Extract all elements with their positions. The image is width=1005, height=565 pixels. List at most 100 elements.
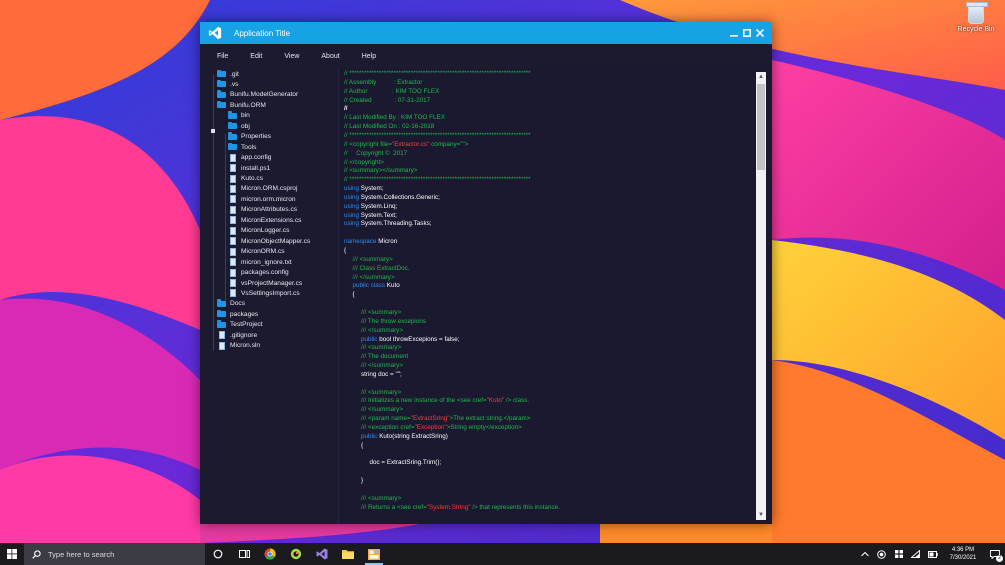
code-token: public: [361, 432, 378, 440]
battery-button[interactable]: [924, 543, 941, 565]
tree-folder-item[interactable]: Bunifu.ORM: [217, 100, 266, 110]
cortana-button[interactable]: [205, 543, 231, 565]
tree-file-item[interactable]: .gitignore: [217, 330, 257, 340]
code-token: // Assembly : Extractor: [344, 78, 423, 86]
taskbar-search[interactable]: Type here to search: [24, 543, 205, 565]
file-icon: [230, 237, 236, 246]
tree-folder-item[interactable]: Bunifu.ModelGenerator: [217, 90, 298, 100]
minimize-button[interactable]: [727, 22, 740, 44]
taskbar-visual-studio[interactable]: [309, 543, 335, 565]
notification-badge: 2: [996, 555, 1003, 562]
recycle-bin[interactable]: Recycle Bin: [952, 2, 1000, 33]
code-line: public Kuto(string ExtractSring): [361, 432, 448, 441]
code-line: {: [361, 441, 363, 450]
tree-file-item[interactable]: vsProjectManager.cs: [228, 278, 302, 288]
scroll-down-icon[interactable]: ▼: [756, 510, 766, 520]
vertical-scrollbar[interactable]: ▲ ▼: [756, 72, 766, 520]
tree-file-item[interactable]: VsSettingsImport.cs: [228, 288, 300, 298]
code-token: Kuto: [385, 282, 400, 290]
code-line: /// <summary>: [361, 494, 401, 503]
menu-help[interactable]: Help: [362, 53, 376, 60]
scroll-thumb[interactable]: [757, 84, 765, 170]
clock-date: 7/30/2021: [949, 555, 977, 561]
taskbar-chrome[interactable]: [257, 543, 283, 565]
code-editor[interactable]: ▲ ▼ // *********************************…: [338, 68, 772, 524]
notification-button[interactable]: 2: [985, 543, 1005, 565]
code-line: // *************************************…: [344, 175, 531, 184]
tree-file-item[interactable]: Micron.ORM.csproj: [228, 184, 297, 194]
tree-file-item[interactable]: micron.orm.micron: [228, 194, 296, 204]
title-bar[interactable]: Application Title: [200, 22, 772, 44]
tree-item-label: micron.orm.micron: [241, 195, 296, 203]
tree-file-item[interactable]: MicronLogger.cs: [228, 226, 289, 236]
code-token: {: [344, 247, 347, 254]
tree-folder-item[interactable]: .git: [217, 69, 239, 79]
menu-view[interactable]: View: [284, 53, 299, 60]
scroll-up-icon[interactable]: ▲: [756, 72, 766, 82]
code-token: /// <summary>: [361, 494, 402, 502]
code-token: using: [344, 193, 360, 201]
taskbar-file-explorer[interactable]: [335, 543, 361, 565]
tree-folder-item[interactable]: .vs: [217, 79, 238, 89]
code-line: using System.Threading.Tasks;: [344, 219, 432, 228]
file-icon: [230, 195, 236, 204]
start-button[interactable]: [0, 543, 24, 565]
tree-folder-item[interactable]: Properties: [228, 132, 271, 142]
tree-file-item[interactable]: MicronAttributes.cs: [228, 205, 297, 215]
file-icon: [230, 153, 236, 162]
code-token: Micron: [376, 238, 398, 246]
tree-folder-item[interactable]: Tools: [228, 142, 256, 152]
tree-folder-item[interactable]: bin: [228, 111, 250, 121]
windows-icon: [7, 549, 17, 559]
taskbar-app-green[interactable]: [283, 543, 309, 565]
code-token: // *************************************…: [344, 176, 531, 184]
folder-icon: [217, 100, 226, 109]
tree-file-item[interactable]: Kuto.cs: [228, 174, 263, 184]
tree-file-item[interactable]: Micron.sln: [217, 341, 260, 351]
recycle-bin-icon: [966, 2, 988, 24]
code-token: /// <param name=: [361, 415, 411, 423]
code-line: /// Class ExtractDoc.: [353, 264, 410, 273]
tray-app-circle[interactable]: [873, 543, 890, 565]
taskbar-active-app[interactable]: [361, 543, 387, 565]
tree-file-item[interactable]: install.ps1: [228, 163, 270, 173]
code-line: // *************************************…: [344, 69, 531, 78]
code-line: /// The throw excepions: [361, 317, 426, 326]
code-token: // *************************************…: [344, 70, 531, 77]
tree-file-item[interactable]: micron_ignore.txt: [228, 257, 292, 267]
network-button[interactable]: [907, 543, 924, 565]
file-tree: .git .vs Bunifu.ModelGenerator Bunifu.ORM bi…: [200, 68, 338, 524]
expander-icon[interactable]: [211, 129, 215, 133]
tree-folder-item[interactable]: packages: [217, 309, 258, 319]
code-token: /// Class ExtractDoc.: [352, 264, 410, 272]
tree-folder-item[interactable]: Docs: [217, 299, 245, 309]
code-token: using: [344, 220, 360, 228]
close-button[interactable]: [753, 22, 766, 44]
tree-file-item[interactable]: MicronObjectMapper.cs: [228, 236, 310, 246]
menu-file[interactable]: File: [217, 53, 228, 60]
chevron-up-icon: [860, 551, 869, 557]
code-line: {: [353, 290, 355, 299]
menu-about[interactable]: About: [321, 53, 339, 60]
tray-app-grid[interactable]: [890, 543, 907, 565]
tree-item-label: Tools: [241, 143, 257, 151]
tree-file-item[interactable]: packages.config: [228, 268, 289, 278]
code-token: using: [344, 211, 360, 219]
code-line: /// Initializes a new instance of the <s…: [361, 396, 529, 405]
menu-edit[interactable]: Edit: [250, 53, 262, 60]
file-icon: [230, 216, 236, 225]
folder-icon: [217, 79, 226, 88]
show-hidden-icons-button[interactable]: [856, 543, 873, 565]
folder-icon: [217, 299, 226, 307]
tree-file-item[interactable]: MicronORM.cs: [228, 247, 285, 257]
tree-item-label: Properties: [241, 133, 272, 141]
task-view-button[interactable]: [231, 543, 257, 565]
tree-file-item[interactable]: app.config: [228, 153, 271, 163]
tree-file-item[interactable]: MicronExtensions.cs: [228, 215, 301, 225]
code-line: /// <param name="ExtractSring">The extra…: [361, 414, 531, 423]
tree-folder-item[interactable]: TestProject: [217, 320, 263, 330]
clock[interactable]: 4:36 PM 7/30/2021: [941, 546, 985, 562]
maximize-button[interactable]: [740, 22, 753, 44]
tree-folder-item[interactable]: obj: [228, 121, 250, 131]
code-line: }: [361, 476, 363, 485]
